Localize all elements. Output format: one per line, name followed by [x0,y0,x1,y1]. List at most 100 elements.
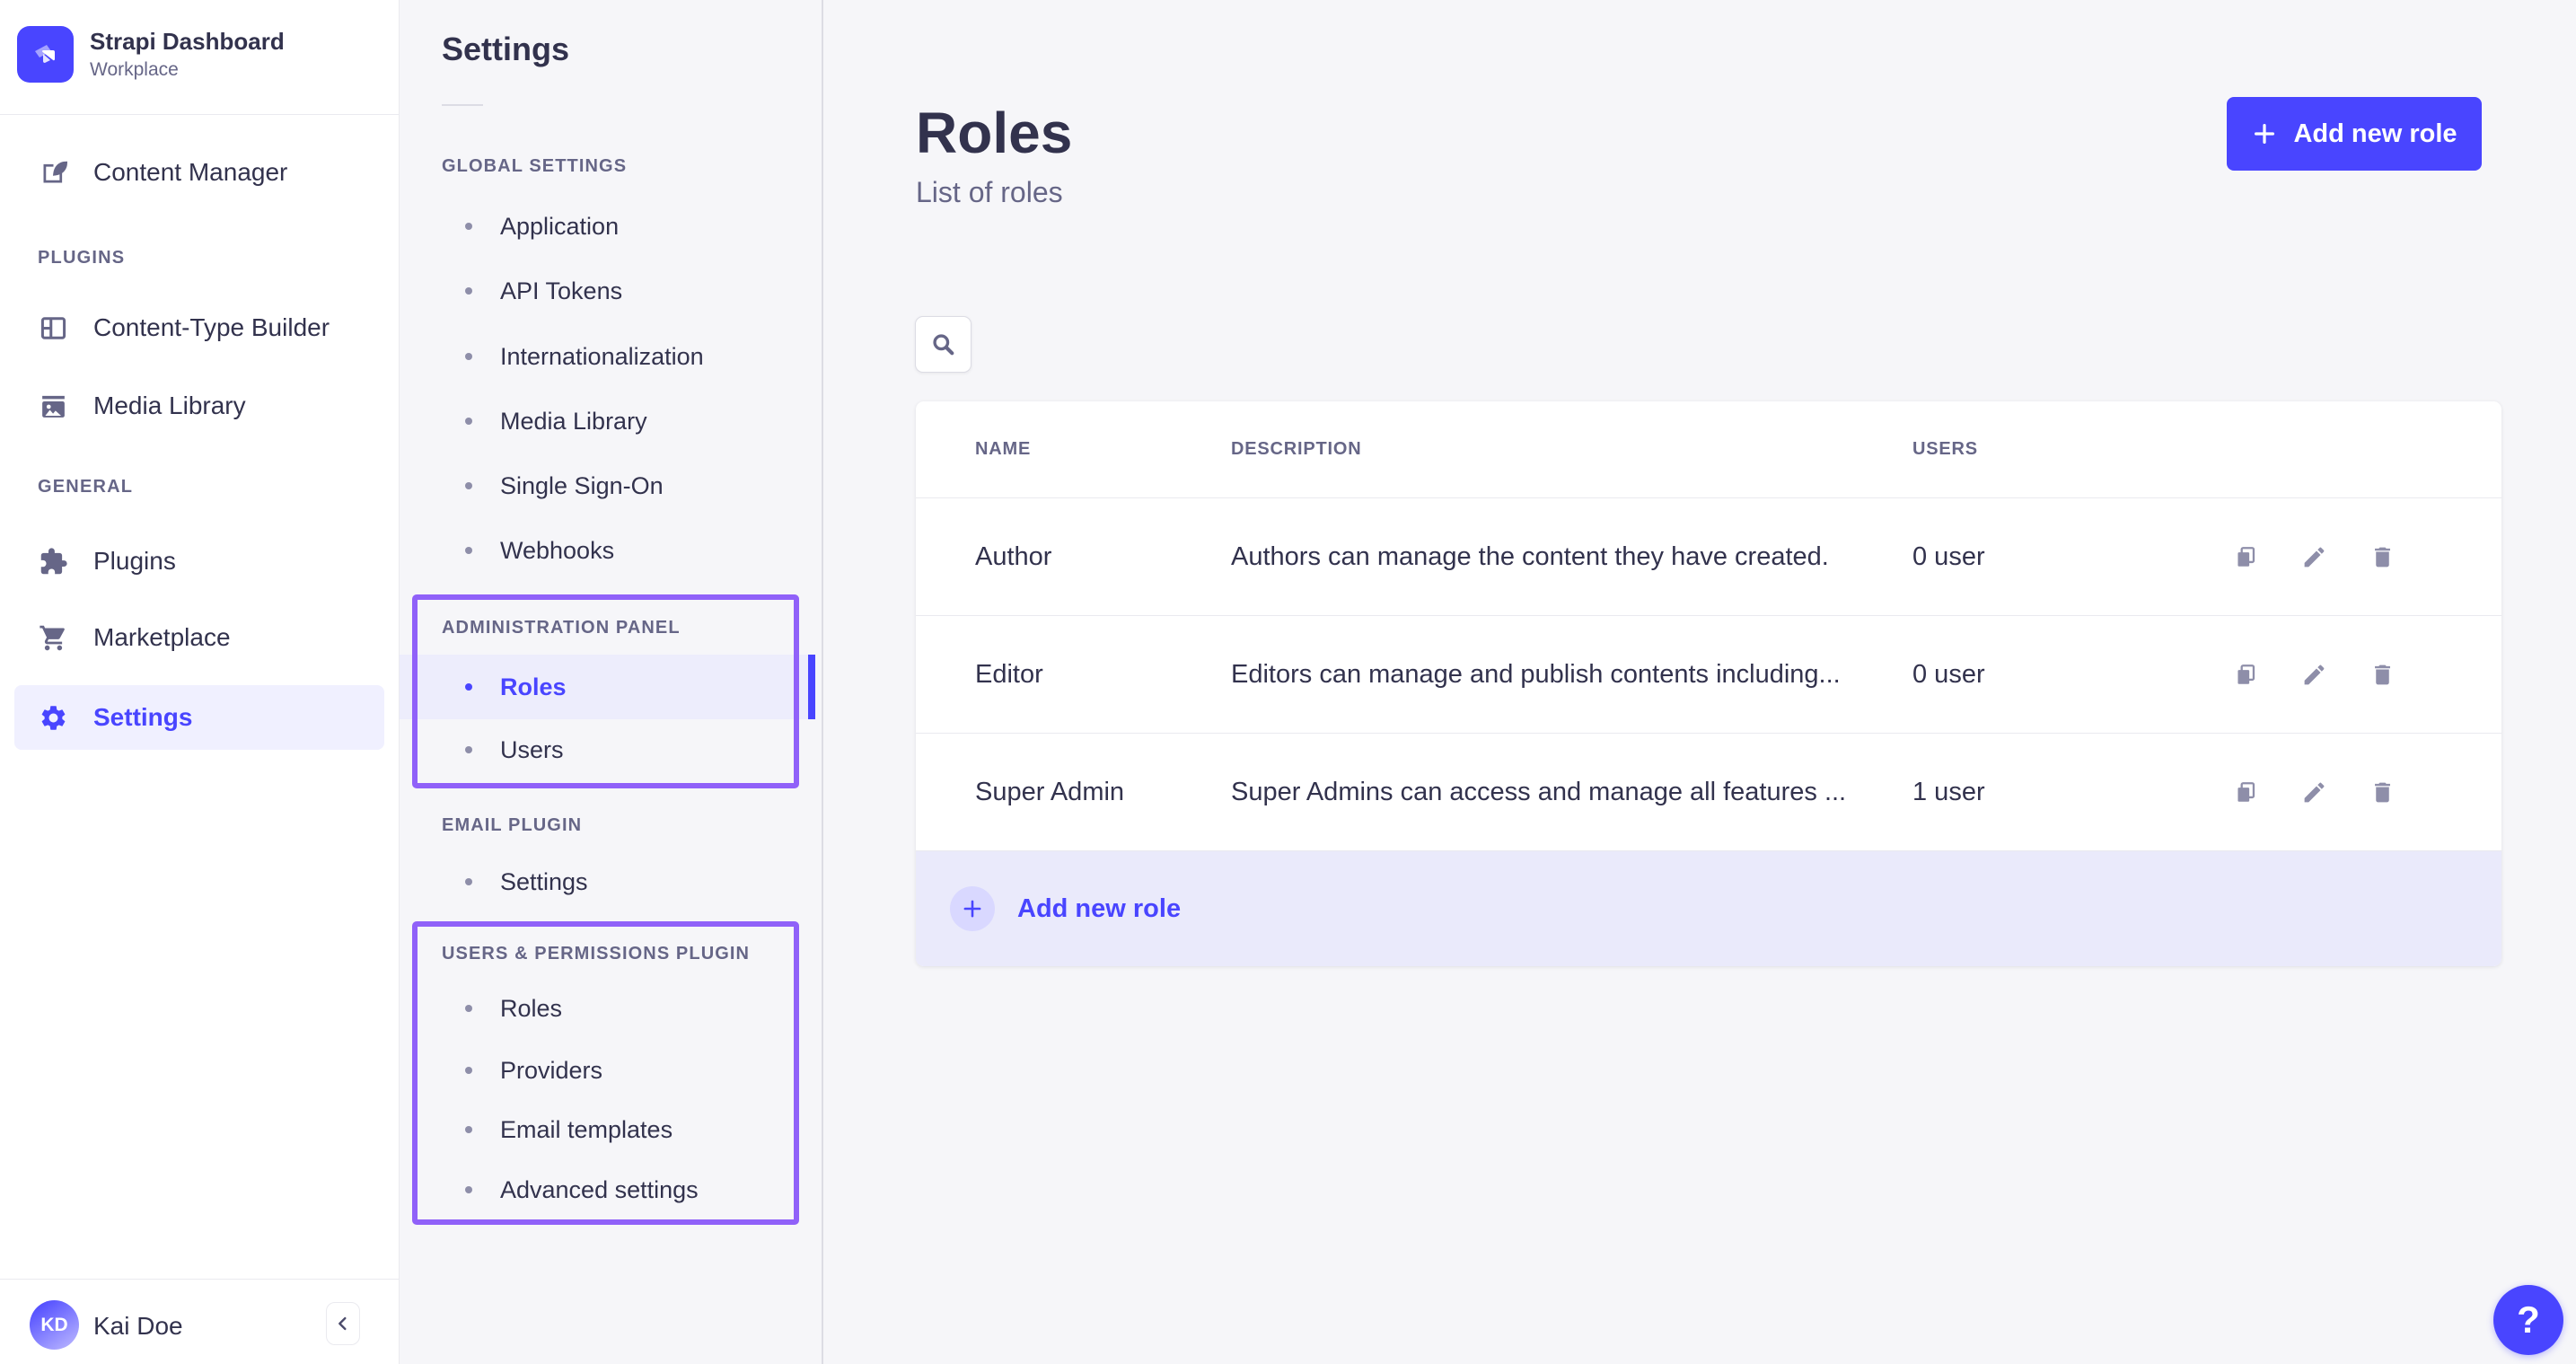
subnav-item-label: Roles [500,673,567,701]
edit-role-button[interactable] [2296,656,2332,692]
subnav-item-label: Roles [500,995,562,1023]
subnav-item-label: Webhooks [500,537,614,565]
search-button[interactable] [915,316,971,373]
add-new-role-label: Add new role [2293,119,2457,149]
role-name: Editor [975,660,1231,690]
duplicate-role-button[interactable] [2228,656,2264,692]
picture-icon [39,392,68,421]
plus-icon [2251,120,2278,147]
subnav-item-up-roles[interactable]: Roles [400,976,808,1041]
subnav-item-label: Single Sign-On [500,472,664,500]
main-sidebar: Strapi Dashboard Workplace Content Manag… [0,0,400,1364]
sidebar-item-marketplace[interactable]: Marketplace [14,605,384,670]
subnav-item-single-sign-on[interactable]: Single Sign-On [400,453,808,518]
main-content: Roles List of roles Add new role NAME DE… [823,0,2576,1364]
page-title: Roles [916,104,1072,162]
subnav-item-up-email-templates[interactable]: Email templates [400,1097,808,1162]
avatar[interactable]: KD [30,1300,79,1350]
subnav-item-label: Email templates [500,1116,673,1144]
row-actions [2228,539,2452,575]
footer-add-label: Add new role [1017,894,1181,924]
strapi-logo [17,26,74,83]
row-actions [2228,774,2452,810]
edit-icon [2301,779,2327,805]
sidebar-item-label: Content Manager [93,158,287,187]
role-users-count: 0 user [1912,660,2228,690]
subnav-item-label: Advanced settings [500,1176,699,1204]
sidebar-item-media-library[interactable]: Media Library [14,374,384,438]
table-header: NAME DESCRIPTION USERS [916,401,2501,498]
subnav-section-users-permissions: USERS & PERMISSIONS PLUGIN [442,944,750,964]
plus-circle-icon [950,886,995,931]
sidebar-item-content-manager[interactable]: Content Manager [14,140,384,205]
table-footer-add-new-role[interactable]: Add new role [916,851,2501,966]
bullet-icon [465,353,472,360]
subnav-item-api-tokens[interactable]: API Tokens [400,259,808,323]
app-title: Strapi Dashboard [90,28,285,56]
bullet-icon [465,1126,472,1133]
trash-icon [2369,544,2396,570]
delete-role-button[interactable] [2364,656,2400,692]
column-header-name: NAME [975,439,1231,460]
puzzle-icon [39,547,68,576]
help-button[interactable]: ? [2493,1285,2563,1355]
subnav-divider [442,104,483,106]
bullet-icon [465,223,472,230]
sidebar-item-content-type-builder[interactable]: Content-Type Builder [14,295,384,360]
subnav-item-label: Media Library [500,408,647,436]
subnav-item-media-library[interactable]: Media Library [400,389,808,453]
edit-role-button[interactable] [2296,539,2332,575]
layout-icon [39,313,68,343]
subnav-item-admin-roles[interactable]: Roles [400,655,808,719]
page-subtitle: List of roles [916,176,1063,209]
role-users-count: 0 user [1912,542,2228,572]
subnav-item-label: Providers [500,1057,602,1085]
delete-role-button[interactable] [2364,774,2400,810]
subnav-item-up-advanced-settings[interactable]: Advanced settings [400,1157,808,1222]
table-row-author[interactable]: Author Authors can manage the content th… [916,498,2501,616]
bullet-icon [465,1067,472,1074]
subnav-item-internationalization[interactable]: Internationalization [400,324,808,389]
settings-subnav: Settings GLOBAL SETTINGS Application API… [400,0,823,1364]
roles-table: NAME DESCRIPTION USERS Author Authors ca… [916,401,2501,966]
sidebar-section-plugins: PLUGINS [38,248,125,268]
trash-icon [2369,662,2396,688]
subnav-item-label: Users [500,736,564,764]
table-row-super-admin[interactable]: Super Admin Super Admins can access and … [916,734,2501,851]
cart-icon [39,623,68,653]
sidebar-footer-divider [0,1279,399,1280]
row-actions [2228,656,2452,692]
subnav-item-email-settings[interactable]: Settings [400,849,808,914]
role-name: Super Admin [975,778,1231,807]
role-description: Super Admins can access and manage all f… [1231,778,1912,807]
subnav-item-label: Internationalization [500,343,704,371]
subnav-item-label: Application [500,213,619,241]
bullet-icon [465,1186,472,1193]
bullet-icon [465,746,472,753]
subnav-section-global-settings: GLOBAL SETTINGS [442,156,627,177]
subnav-item-admin-users[interactable]: Users [400,717,808,782]
user-name: Kai Doe [93,1312,183,1341]
add-new-role-button[interactable]: Add new role [2227,97,2482,171]
collapse-sidebar-button[interactable] [326,1302,360,1345]
column-header-users: USERS [1912,439,2228,460]
subnav-item-up-providers[interactable]: Providers [400,1038,808,1103]
sidebar-item-label: Plugins [93,547,176,576]
bullet-icon [465,287,472,295]
content-manager-icon [39,158,68,188]
bullet-icon [465,878,472,885]
edit-role-button[interactable] [2296,774,2332,810]
subnav-item-application[interactable]: Application [400,194,808,259]
subnav-item-webhooks[interactable]: Webhooks [400,518,808,583]
subnav-section-administration-panel: ADMINISTRATION PANEL [442,618,681,638]
sidebar-item-label: Marketplace [93,623,231,652]
subnav-title: Settings [442,31,569,68]
sidebar-item-plugins[interactable]: Plugins [14,529,384,594]
sidebar-item-settings[interactable]: Settings [14,685,384,750]
duplicate-role-button[interactable] [2228,774,2264,810]
duplicate-role-button[interactable] [2228,539,2264,575]
role-description: Editors can manage and publish contents … [1231,660,1912,690]
strapi-logo-icon [28,37,64,73]
delete-role-button[interactable] [2364,539,2400,575]
table-row-editor[interactable]: Editor Editors can manage and publish co… [916,616,2501,734]
